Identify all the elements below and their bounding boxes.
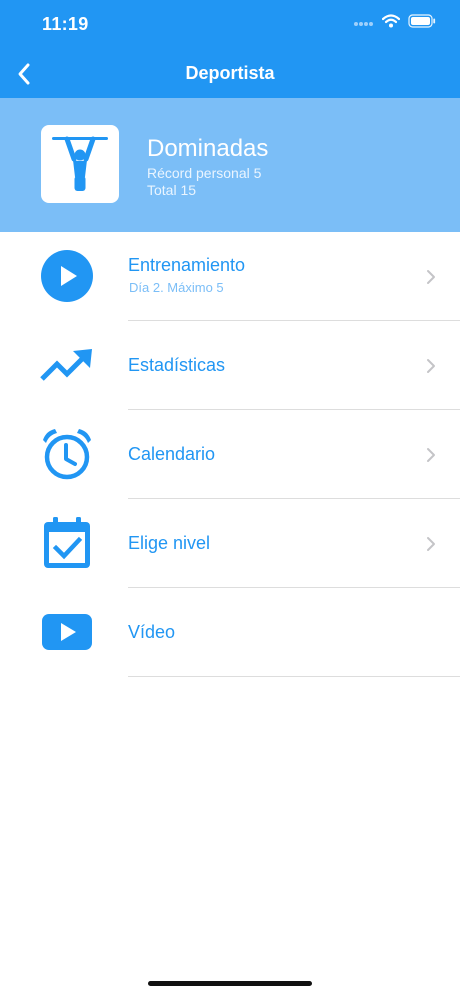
home-indicator[interactable]: [148, 981, 312, 986]
wifi-icon: [381, 14, 401, 33]
status-time: 11:19: [42, 14, 89, 34]
video-play-icon: [40, 605, 94, 659]
menu-item-video[interactable]: Vídeo: [0, 588, 460, 677]
menu-item-estadisticas[interactable]: Estadísticas: [0, 321, 460, 410]
divider: [128, 676, 460, 677]
chevron-right-icon: [427, 537, 435, 551]
battery-icon: [408, 14, 436, 33]
menu-item-label: Elige nivel: [128, 533, 211, 553]
menu-item-elige-nivel[interactable]: Elige nivel: [0, 499, 460, 588]
nav-title: Deportista: [185, 63, 275, 83]
exercise-thumbnail: [41, 125, 119, 203]
menu-item-label: Entrenamiento: [128, 255, 246, 275]
navigation-bar: Deportista: [0, 50, 460, 98]
play-circle-icon: [40, 249, 94, 303]
chevron-right-icon: [427, 448, 435, 462]
alarm-clock-icon: [40, 427, 94, 481]
calendar-check-icon: [40, 516, 94, 570]
menu-item-calendario[interactable]: Calendario: [0, 410, 460, 499]
personal-record: Récord personal 5: [147, 165, 262, 181]
exercise-name: Dominadas: [147, 135, 269, 162]
status-bar: 11:19: [0, 0, 460, 50]
menu-item-entrenamiento[interactable]: Entrenamiento Día 2. Máximo 5: [0, 232, 460, 321]
exercise-header: Dominadas Récord personal 5 Total 15: [0, 98, 460, 232]
menu-item-label: Calendario: [128, 444, 216, 464]
menu-item-label: Vídeo: [128, 622, 176, 642]
menu-item-label: Estadísticas: [128, 355, 226, 375]
signal-icon: [354, 15, 374, 33]
exercise-total: Total 15: [147, 182, 197, 198]
trending-up-icon: [40, 338, 94, 392]
menu-list: Entrenamiento Día 2. Máximo 5 Estadístic…: [0, 232, 460, 677]
chevron-right-icon: [427, 359, 435, 373]
pull-up-icon: [52, 136, 108, 191]
menu-item-sublabel: Día 2. Máximo 5: [129, 280, 224, 295]
chevron-right-icon: [427, 270, 435, 284]
status-icons: [354, 14, 436, 33]
